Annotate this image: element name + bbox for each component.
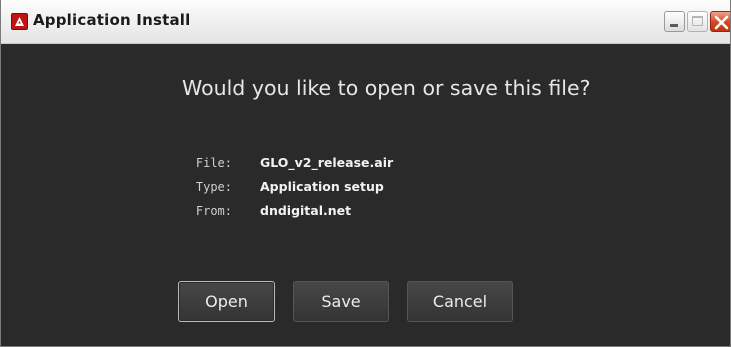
file-label: File: <box>195 156 232 170</box>
adobe-air-app-icon <box>11 13 28 30</box>
window-title: Application Install <box>33 11 191 29</box>
dialog-content: Would you like to open or save this file… <box>1 44 730 346</box>
open-button[interactable]: Open <box>178 281 275 322</box>
file-value: GLO_v2_release.air <box>260 155 394 170</box>
type-label: Type: <box>195 180 232 194</box>
cancel-button[interactable]: Cancel <box>407 281 513 322</box>
title-bar[interactable]: Application Install <box>1 0 730 44</box>
maximize-button[interactable] <box>687 11 708 32</box>
dialog-question: Would you like to open or save this file… <box>182 76 591 100</box>
maximize-icon <box>692 16 703 26</box>
close-button[interactable] <box>710 11 730 32</box>
minimize-icon <box>670 24 678 27</box>
from-value: dndigital.net <box>260 203 352 218</box>
close-icon <box>714 15 729 30</box>
save-button[interactable]: Save <box>293 281 389 322</box>
from-label: From: <box>195 204 232 218</box>
install-dialog-window: Application Install Would you like to op… <box>0 0 731 347</box>
minimize-button[interactable] <box>664 11 685 32</box>
type-value: Application setup <box>260 179 384 194</box>
